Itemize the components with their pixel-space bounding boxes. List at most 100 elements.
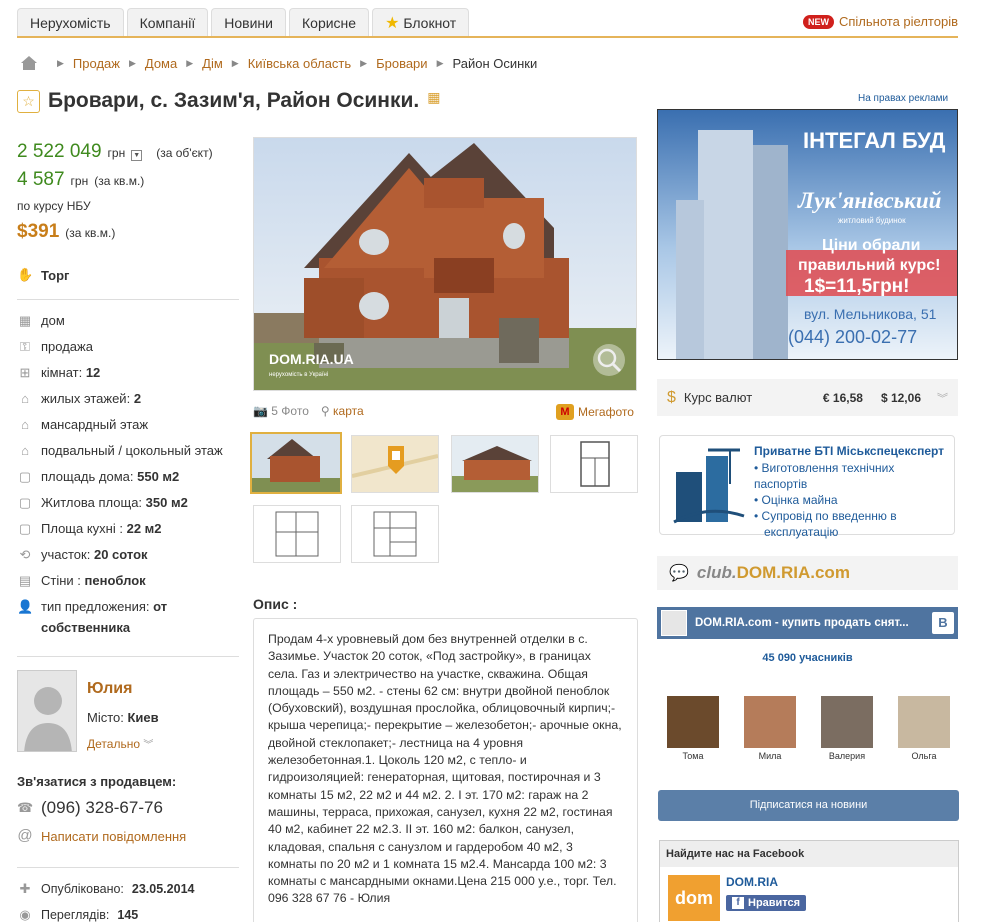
- vk-member[interactable]: Мила: [744, 696, 796, 761]
- chevron-right-icon: ▶: [186, 57, 194, 68]
- vk-member[interactable]: Ольга: [898, 696, 950, 761]
- floorplan-thumbnail[interactable]: [550, 435, 638, 493]
- price-total-value: 2 522 049: [17, 141, 102, 162]
- bti-ad[interactable]: Приватне БТІ Міськспецексперт • Виготовл…: [659, 435, 955, 539]
- price-usd: $391 (за кв.м.): [17, 221, 115, 243]
- tab-notebook[interactable]: ★ Блокнот: [372, 8, 470, 37]
- facebook-page-name[interactable]: DOM.RIA: [726, 875, 806, 889]
- club-link[interactable]: 💬 club. DOM.RIA.com: [657, 556, 958, 590]
- write-message[interactable]: @ Написати повідомлення: [17, 828, 186, 844]
- published: ✚ Опубліковано: 23.05.2014: [17, 881, 195, 897]
- map-thumbnail[interactable]: [351, 435, 439, 493]
- currency-dropdown-icon[interactable]: ▼: [131, 150, 143, 161]
- vk-group-name: DOM.RIA.com - купить продать снят...: [695, 617, 909, 629]
- phone-icon: ☎: [17, 800, 34, 815]
- dom-logo[interactable]: dom: [668, 875, 720, 921]
- breadcrumb-houses[interactable]: Дома: [145, 56, 177, 71]
- tab-real-estate[interactable]: Нерухомість: [17, 8, 124, 37]
- tab-companies[interactable]: Компанії: [126, 8, 209, 37]
- param-row: ⌂ подвальный / цокольный этаж: [17, 443, 239, 469]
- banner-slogan-2: правильний курс!: [798, 257, 940, 274]
- bti-title[interactable]: Приватне БТІ Міськспецексперт: [754, 444, 946, 458]
- write-message-link[interactable]: Написати повідомлення: [41, 829, 186, 844]
- list-item: • Оцінка майна: [754, 493, 838, 507]
- bti-item: Виготовлення технічних паспортів: [754, 461, 895, 491]
- chevron-down-icon[interactable]: ︾: [937, 390, 948, 406]
- chevron-right-icon: ▶: [128, 57, 136, 68]
- bookmark-star-icon[interactable]: ☆: [17, 89, 40, 113]
- param-label: подвальный / цокольный этаж: [41, 443, 223, 458]
- photos-link[interactable]: 📷 5 Фото: [253, 404, 309, 418]
- vk-member[interactable]: Валерия: [821, 696, 873, 761]
- seller-phone-number: (096) 328-67-76: [41, 798, 163, 817]
- photo-thumbnail[interactable]: [451, 435, 539, 493]
- floorplan-thumbnail[interactable]: [351, 505, 439, 563]
- param-row: ▢ Площа кухні : 22 м2: [17, 521, 239, 547]
- seller-details-link[interactable]: Детально ︾: [87, 736, 153, 751]
- price-per-m2-unit: грн: [70, 174, 89, 188]
- chevron-down-icon: ︾: [143, 740, 154, 751]
- tab-useful[interactable]: Корисне: [289, 8, 370, 37]
- param-row: ⊞ кімнат: 12: [17, 365, 239, 391]
- tab-news[interactable]: Новини: [211, 8, 286, 37]
- breadcrumb-region[interactable]: Київська область: [248, 56, 351, 71]
- published-date: 23.05.2014: [131, 882, 195, 896]
- param-label: мансардный этаж: [41, 417, 149, 432]
- breadcrumb-house[interactable]: Дім: [202, 56, 223, 71]
- chevron-right-icon: ▶: [231, 57, 239, 68]
- attic-icon: ⌂: [21, 417, 29, 432]
- seller-phone[interactable]: ☎ (096) 328-67-76: [17, 798, 163, 818]
- description-text: Продам 4-х уровневый дом без внутренней …: [253, 618, 638, 922]
- vk-members: Тома Мила Валерия Ольга: [667, 696, 950, 761]
- ad-banner[interactable]: ІНТЕГАЛ БУД Лук'янівський житловий будин…: [657, 109, 958, 360]
- megaphoto-link[interactable]: M Мегафото: [556, 404, 634, 420]
- floorplan-thumbnail[interactable]: [253, 505, 341, 563]
- price-usd-value: $391: [17, 221, 60, 242]
- breadcrumb-city[interactable]: Бровари: [376, 56, 427, 71]
- home-icon[interactable]: [20, 55, 38, 71]
- views: ◉ Переглядів: 145: [17, 907, 138, 922]
- living-area-icon: ▢: [18, 495, 32, 510]
- vk-member[interactable]: Тома: [667, 696, 719, 761]
- facebook-like-label: Нравится: [748, 897, 801, 909]
- vk-widget-header[interactable]: DOM.RIA.com - купить продать снят... В: [657, 607, 958, 639]
- map-link[interactable]: ⚲ карта: [321, 404, 364, 418]
- price-total-unit: грн: [107, 146, 126, 160]
- new-badge: NEW: [802, 14, 834, 29]
- vk-member-name: Мила: [758, 751, 782, 761]
- currency-widget[interactable]: $ Курс валют € 16,58 $ 12,06 ︾: [657, 379, 958, 416]
- photo-watermark-sub: нерухомість в Україні: [269, 372, 328, 378]
- photo-thumbnail[interactable]: [250, 432, 342, 494]
- gift-icon[interactable]: ▦: [427, 89, 440, 106]
- seller-city-value: Киев: [127, 710, 159, 725]
- param-row: ⌂ жилых этажей: 2: [17, 391, 239, 417]
- banner-slogan-3: 1$=11,5грн!: [804, 276, 909, 297]
- avatar: [821, 696, 873, 748]
- published-label: Опубліковано:: [41, 882, 124, 896]
- description-heading: Опис :: [253, 596, 298, 612]
- param-label: участок:: [41, 547, 91, 562]
- seller-name[interactable]: Юлия: [87, 680, 132, 698]
- subscribe-button[interactable]: Підписатися на новини: [658, 790, 959, 821]
- param-label: тип предложения:: [41, 599, 150, 614]
- param-row: ▢ Житлова площа: 350 м2: [17, 495, 239, 521]
- avatar[interactable]: [17, 670, 77, 752]
- banner-project-sub: житловий будинок: [838, 216, 906, 225]
- handshake-icon: ✋: [17, 267, 34, 282]
- basement-icon: ⌂: [21, 443, 29, 458]
- community-link[interactable]: NEW Спільнота ріелторів: [802, 14, 958, 29]
- price-per-m2-note: (за кв.м.): [94, 174, 145, 188]
- rooms-icon: ⊞: [19, 365, 31, 380]
- bti-logo: [668, 444, 746, 526]
- main-photo[interactable]: DOM.RIA.UA нерухомість в Україні: [253, 137, 637, 391]
- zoom-icon[interactable]: [359, 343, 391, 375]
- currency-label: Курс валют: [683, 390, 753, 405]
- price-usd-note: (за кв.м.): [65, 226, 116, 240]
- facebook-like-button[interactable]: f Нравится: [726, 895, 807, 911]
- banner-address: вул. Мельникова, 51: [804, 306, 937, 322]
- chat-icon: 💬: [669, 565, 689, 582]
- page-title: Бровари, с. Зазим'я, Район Осинки.: [48, 89, 420, 112]
- divider: [17, 867, 239, 868]
- group-logo: [661, 610, 687, 636]
- breadcrumb-sale[interactable]: Продаж: [73, 56, 120, 71]
